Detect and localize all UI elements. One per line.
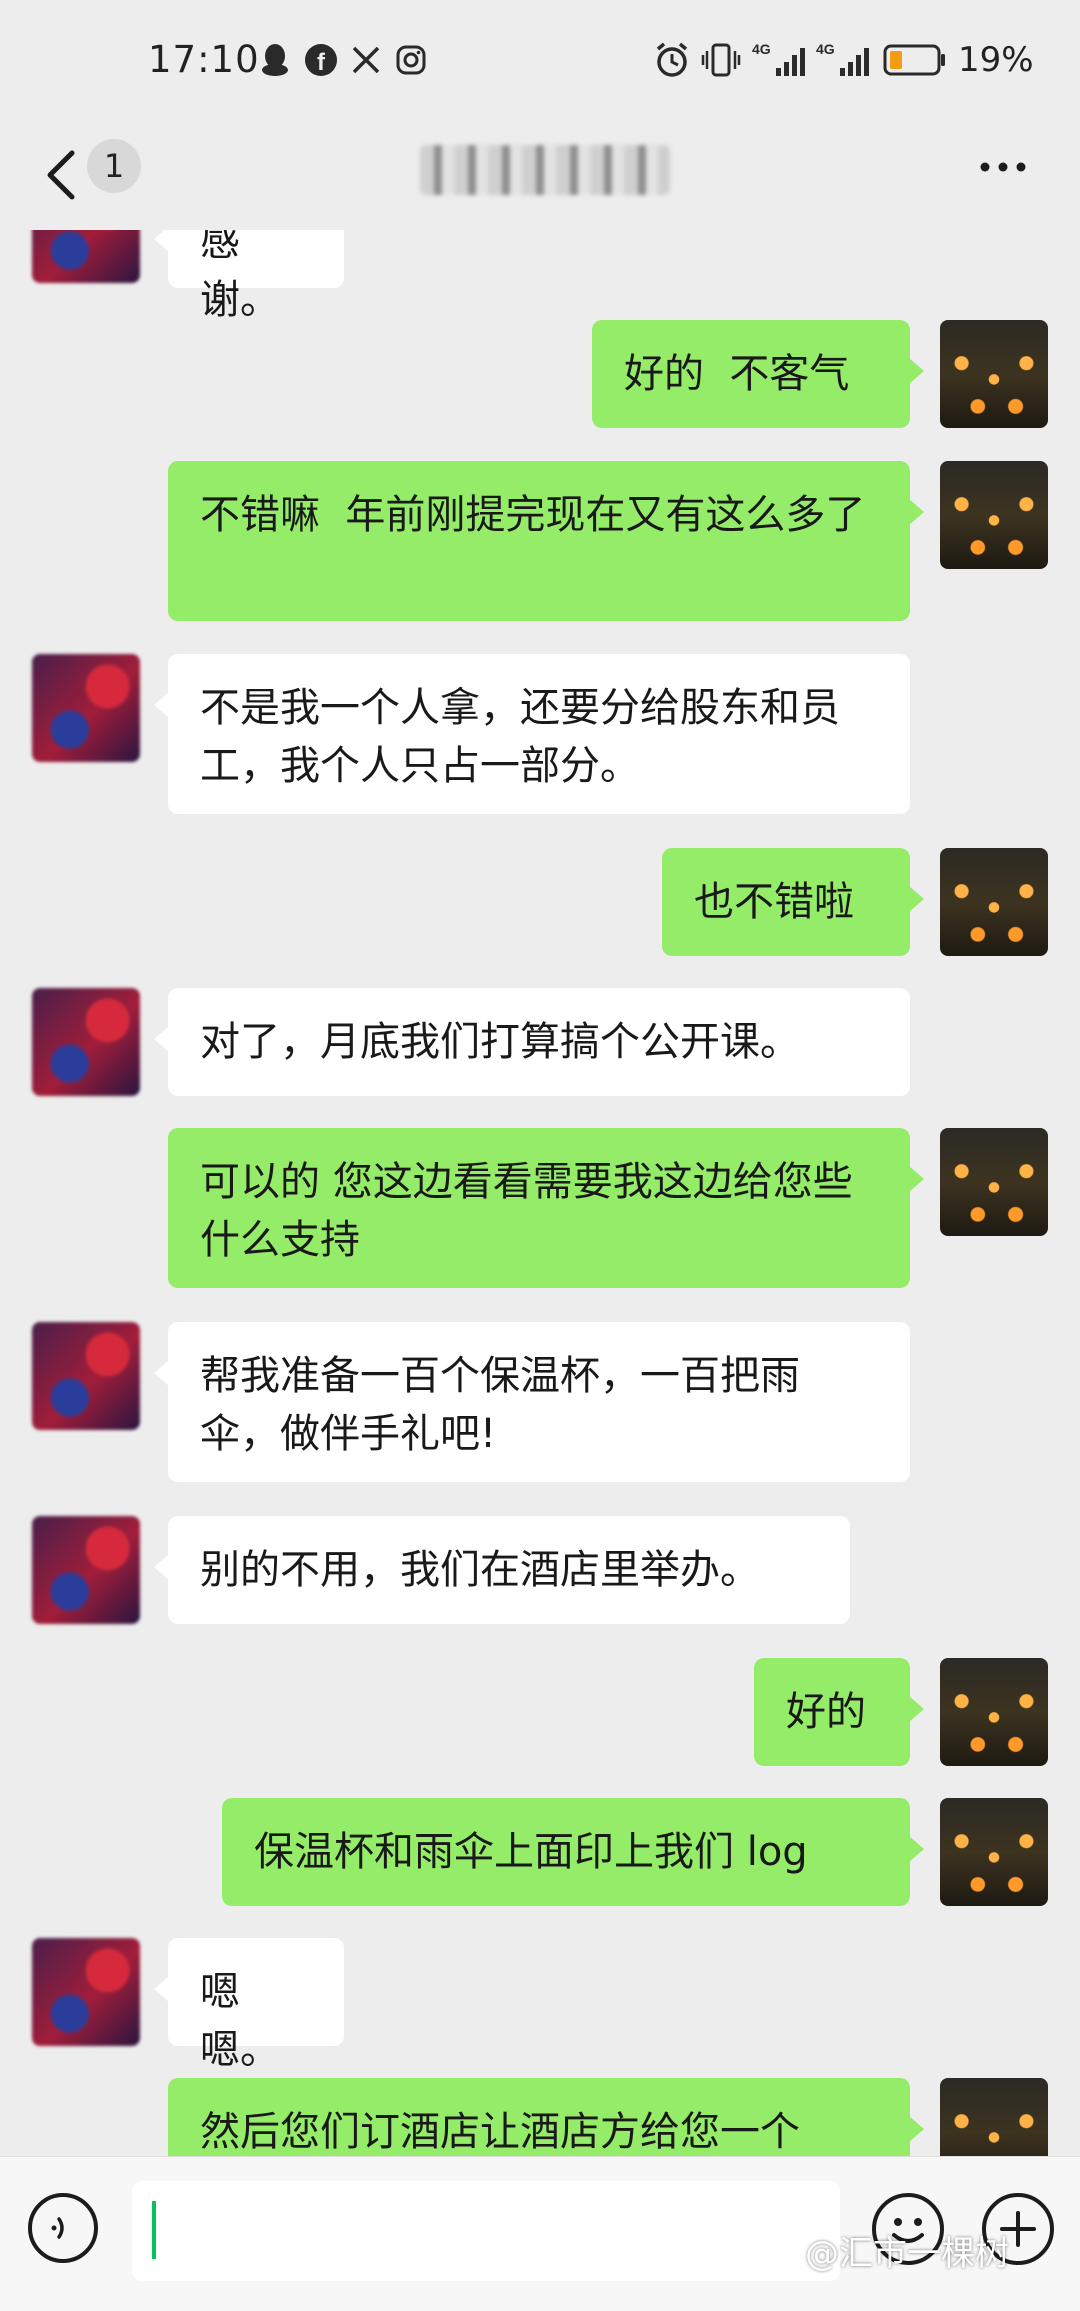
battery-percentage: 19% [958, 40, 1034, 80]
contact-avatar[interactable] [32, 1516, 140, 1624]
message-bubble-received[interactable]: 不是我一个人拿，还要分给股东和员工，我个人只占一部分。 [154, 654, 910, 814]
status-bar: 17:10 f 4G 4G 19% [0, 0, 1080, 125]
message-bubble-sent[interactable]: 保温杯和雨伞上面印上我们 log [222, 1798, 924, 1906]
status-time: 17:10 [148, 38, 260, 81]
contact-avatar[interactable] [32, 1938, 140, 2046]
instagram-icon [393, 40, 429, 80]
alarm-icon [652, 40, 692, 80]
contact-avatar[interactable] [32, 654, 140, 762]
signal-4g-icon: 4G [752, 40, 810, 80]
chevron-left-icon[interactable] [42, 145, 82, 205]
chat-message-list[interactable]: 感谢。 好的 不客气 不错嘛 年前刚提完现在又有这么多了 不是我一个人拿，还要分… [0, 230, 1080, 2156]
contact-avatar[interactable] [32, 230, 140, 283]
my-avatar[interactable] [940, 461, 1048, 569]
x-icon [348, 40, 384, 80]
contact-avatar[interactable] [32, 1322, 140, 1430]
message-bubble-sent[interactable]: 好的 [754, 1658, 924, 1766]
my-avatar[interactable] [940, 848, 1048, 956]
battery-icon [882, 40, 948, 80]
text-caret [152, 2201, 156, 2259]
svg-text:4G: 4G [816, 41, 835, 57]
vibrate-icon [700, 40, 742, 80]
my-avatar[interactable] [940, 320, 1048, 428]
message-bubble-sent[interactable]: 不错嘛 年前刚提完现在又有这么多了 [168, 461, 924, 621]
svg-text:f: f [317, 49, 326, 76]
contact-avatar[interactable] [32, 988, 140, 1096]
message-bubble-received[interactable]: 感谢。 [154, 230, 344, 323]
message-bubble-sent[interactable]: 然后您们订酒店让酒店方给您一个 [168, 2078, 924, 2156]
voice-icon[interactable] [28, 2193, 98, 2263]
message-bubble-sent[interactable]: 可以的 您这边看看需要我这边给您些什么支持 [168, 1128, 924, 1288]
facebook-icon: f [303, 40, 339, 80]
message-bubble-received[interactable]: 对了，月底我们打算搞个公开课。 [154, 988, 910, 1096]
more-icon[interactable] [978, 152, 1028, 182]
my-avatar[interactable] [940, 2078, 1048, 2156]
message-bubble-sent[interactable]: 也不错啦 [662, 848, 924, 956]
my-avatar[interactable] [940, 1128, 1048, 1236]
my-avatar[interactable] [940, 1658, 1048, 1766]
message-input[interactable] [132, 2181, 840, 2281]
chat-title [420, 145, 670, 195]
watermark: @汇市一棵树 [805, 2234, 1009, 2274]
svg-text:4G: 4G [752, 41, 771, 57]
message-bubble-received[interactable]: 别的不用，我们在酒店里举办。 [154, 1516, 850, 1624]
my-avatar[interactable] [940, 1798, 1048, 1906]
qq-icon [258, 40, 292, 80]
unread-count-badge[interactable]: 1 [87, 139, 141, 193]
message-bubble-sent[interactable]: 好的 不客气 [592, 320, 924, 428]
message-bubble-received[interactable]: 嗯嗯。 [154, 1938, 344, 2073]
message-bubble-received[interactable]: 帮我准备一百个保温杯，一百把雨伞，做伴手礼吧! [154, 1322, 910, 1482]
signal-4g-icon: 4G [816, 40, 874, 80]
